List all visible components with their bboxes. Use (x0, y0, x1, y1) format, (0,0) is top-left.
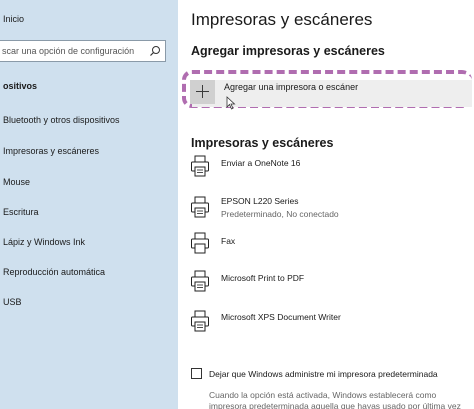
add-printer-label[interactable]: Agregar una impresora o escáner (224, 82, 358, 92)
sidebar-item-usb[interactable]: USB (3, 297, 22, 307)
page-title: Impresoras y escáneres (191, 10, 373, 29)
sidebar-home-link[interactable]: Inicio (3, 14, 24, 24)
sidebar-item-typing[interactable]: Escritura (3, 207, 39, 217)
search-input[interactable]: scar una opción de configuración (2, 46, 134, 56)
printer-name[interactable]: EPSON L220 Series (221, 196, 298, 206)
printer-name[interactable]: Enviar a OneNote 16 (221, 158, 300, 168)
mouse-cursor-icon (226, 96, 236, 110)
printer-name[interactable]: Microsoft XPS Document Writer (221, 312, 341, 322)
sidebar-section-devices: ositivos (3, 81, 38, 91)
add-printer-button[interactable] (190, 80, 215, 104)
sidebar: Inicio scar una opción de configuración … (0, 0, 178, 409)
printer-icon (191, 310, 209, 332)
sidebar-item-autoplay[interactable]: Reproducción automática (3, 267, 105, 277)
printers-heading: Impresoras y escáneres (191, 136, 334, 150)
sidebar-item-printers[interactable]: Impresoras y escáneres (3, 146, 99, 156)
default-printer-checkbox[interactable] (191, 368, 202, 379)
sidebar-item-bluetooth[interactable]: Bluetooth y otros dispositivos (3, 115, 120, 125)
search-icon[interactable] (149, 45, 161, 57)
printer-icon (191, 270, 209, 292)
printer-icon (191, 155, 209, 177)
search-box[interactable]: scar una opción de configuración (0, 40, 166, 62)
printer-icon (191, 196, 209, 218)
main-panel: Impresoras y escáneres Agregar impresora… (178, 0, 474, 409)
fax-icon (191, 232, 209, 254)
default-printer-footnote: Cuando la opción está activada, Windows … (209, 390, 461, 409)
printer-name[interactable]: Microsoft Print to PDF (221, 273, 304, 283)
sidebar-item-pen[interactable]: Lápiz y Windows Ink (3, 237, 85, 247)
printer-status: Predeterminado, No conectado (221, 209, 339, 219)
add-printers-heading: Agregar impresoras y escáneres (191, 44, 385, 58)
printer-name[interactable]: Fax (221, 236, 235, 246)
default-printer-checkbox-label[interactable]: Dejar que Windows administre mi impresor… (209, 369, 438, 379)
sidebar-item-mouse[interactable]: Mouse (3, 177, 30, 187)
